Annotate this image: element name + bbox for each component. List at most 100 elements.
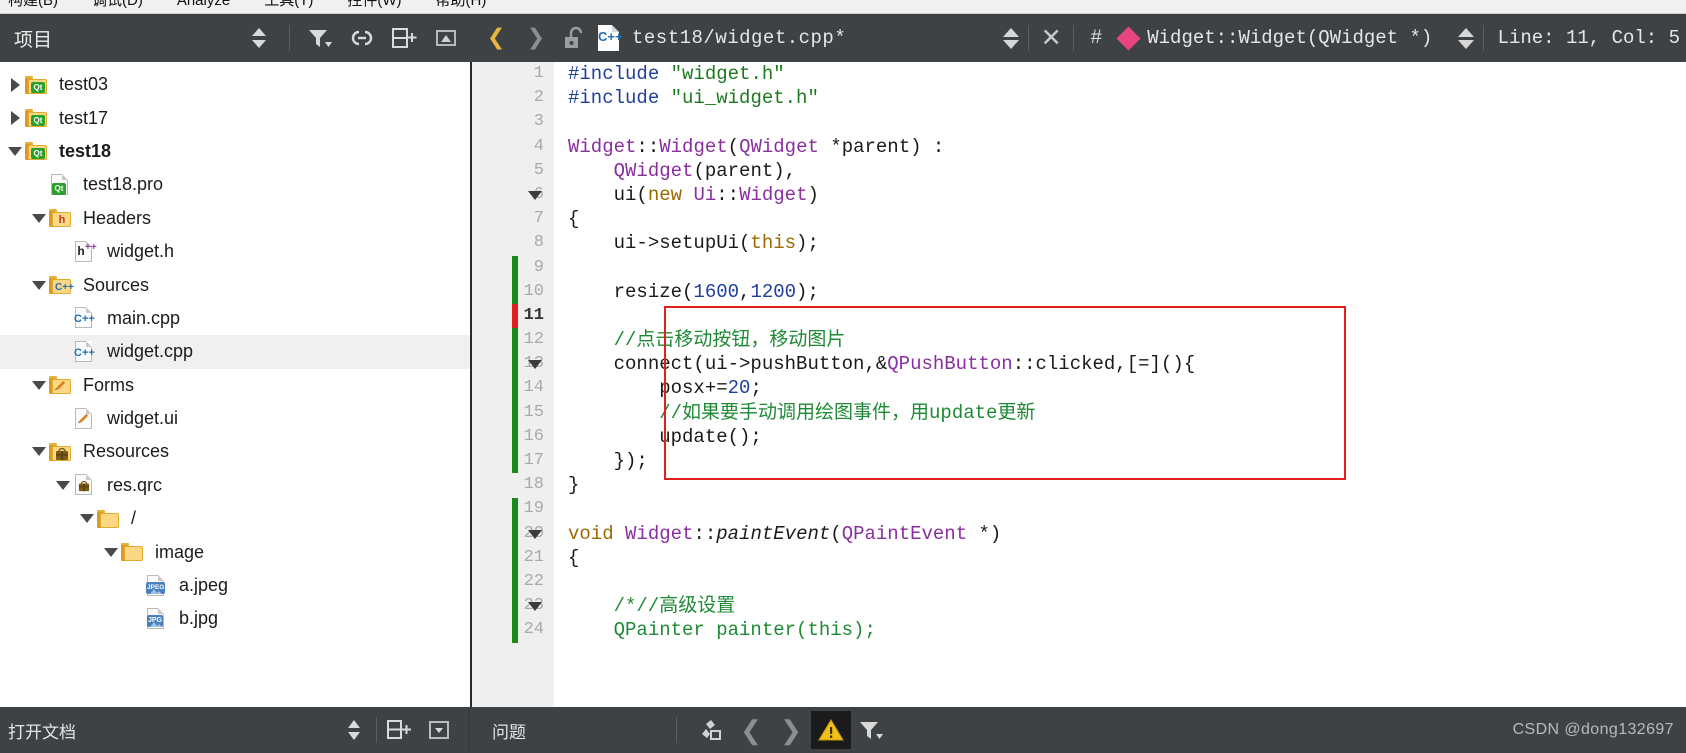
navigate-forward-button[interactable]: ❯ <box>516 18 556 58</box>
file-dropdown-arrows-icon[interactable] <box>996 27 1026 49</box>
tree-expander[interactable] <box>102 543 120 561</box>
unlocked-padlock-icon[interactable] <box>556 25 590 51</box>
tree-expander[interactable] <box>126 610 144 628</box>
tree-expander[interactable] <box>6 109 24 127</box>
code-line[interactable]: void Widget::paintEvent(QPaintEvent *) <box>554 522 1686 546</box>
tree-expander[interactable] <box>54 410 72 428</box>
tree-item-widget.h[interactable]: h ++ widget.h <box>0 235 470 268</box>
line-number: 8 <box>533 233 544 253</box>
code-line[interactable]: ui(new Ui::Widget) <box>554 183 1686 207</box>
sync-updown-icon[interactable] <box>334 711 374 749</box>
filter-icon[interactable] <box>851 711 891 749</box>
code-editor[interactable]: 1 2 3 4 5 6 7 8 9 10 11 12 13 14 15 16 17 18 19 20 21 22 23 24 … <box>470 62 1686 707</box>
tree-item-b.jpg[interactable]: JPG b.jpg <box>0 602 470 635</box>
code-line[interactable]: /*//高级设置 <box>554 594 1686 618</box>
line-column-indicator[interactable]: Line: 11, Col: 5 <box>1486 27 1680 49</box>
tree-item-widget.ui[interactable]: widget.ui <box>0 402 470 435</box>
clear-issues-icon[interactable] <box>691 711 731 749</box>
code-line[interactable]: update(); <box>554 425 1686 449</box>
code-line[interactable]: #include "ui_widget.h" <box>554 86 1686 110</box>
tree-expander[interactable] <box>54 476 72 494</box>
code-line[interactable]: //如果要手动调用绘图事件，用update更新 <box>554 401 1686 425</box>
split-add-icon[interactable] <box>390 24 418 52</box>
editor-symbol-selector[interactable]: Widget::Widget(QWidget *) <box>1147 27 1432 49</box>
code-line[interactable] <box>554 497 1686 521</box>
tree-item-Resources[interactable]: Resources <box>0 435 470 468</box>
issues-label[interactable]: 问题 <box>492 718 526 743</box>
link-icon[interactable] <box>348 24 376 52</box>
filter-icon[interactable] <box>306 24 334 52</box>
code-text-area[interactable]: #include "widget.h" #include "ui_widget.h… <box>554 62 1686 707</box>
tree-item-label: Headers <box>83 207 152 228</box>
tree-expander[interactable] <box>30 376 48 394</box>
tree-item-[interactable]: / <box>0 502 470 535</box>
tree-item-Sources[interactable]: C++ Sources <box>0 268 470 301</box>
close-document-button[interactable]: ✕ <box>1031 23 1071 54</box>
tree-item-test17[interactable]: Qt test17 <box>0 101 470 134</box>
tree-expander[interactable] <box>126 577 144 595</box>
code-line[interactable]: #include "widget.h" <box>554 62 1686 86</box>
tree-item-widget.cpp[interactable]: C++ widget.cpp <box>0 335 470 369</box>
fold-triangle-icon[interactable] <box>528 529 542 539</box>
symbol-dropdown-arrows-icon[interactable] <box>1451 27 1481 49</box>
tree-item-res.qrc[interactable]: res.qrc <box>0 469 470 502</box>
code-line[interactable]: Widget::Widget(QWidget *parent) : <box>554 135 1686 159</box>
project-tree[interactable]: Qt test03 Qt test17 Qt test18 Qt test18.pro h Hea… <box>0 62 470 707</box>
tree-item-main.cpp[interactable]: C++ main.cpp <box>0 302 470 335</box>
navigate-back-button[interactable]: ❮ <box>476 18 516 58</box>
tree-expander[interactable] <box>30 443 48 461</box>
tree-expander[interactable] <box>54 309 72 327</box>
code-line[interactable]: }); <box>554 449 1686 473</box>
code-line[interactable] <box>554 304 1686 328</box>
tree-expander[interactable] <box>6 142 24 160</box>
code-line[interactable]: connect(ui->pushButton,&QPushButton::cli… <box>554 352 1686 376</box>
warning-filter-icon[interactable] <box>811 711 851 749</box>
code-line[interactable] <box>554 570 1686 594</box>
menu-item-build[interactable]: 构建(B) <box>8 0 58 8</box>
open-documents-label[interactable]: 打开文档 <box>8 718 334 743</box>
next-issue-icon[interactable]: ❯ <box>771 711 811 749</box>
menu-item-window[interactable]: 控件(W) <box>347 0 401 8</box>
tree-item-image[interactable]: image <box>0 535 470 568</box>
tree-item-test18.pro[interactable]: Qt test18.pro <box>0 168 470 201</box>
tree-expander[interactable] <box>30 176 48 194</box>
tree-expander[interactable] <box>30 209 48 227</box>
code-line[interactable] <box>554 256 1686 280</box>
split-add-icon[interactable] <box>379 711 419 749</box>
fold-triangle-icon[interactable] <box>528 191 542 200</box>
code-line[interactable]: { <box>554 207 1686 231</box>
tree-expander[interactable] <box>54 243 72 261</box>
fold-triangle-icon[interactable] <box>528 360 542 370</box>
tree-item-a.jpeg[interactable]: JPEG a.jpeg <box>0 569 470 602</box>
code-line[interactable]: posx+=20; <box>554 376 1686 400</box>
menu-item-debug[interactable]: 调试(D) <box>92 0 143 8</box>
code-line[interactable]: QPainter painter(this); <box>554 618 1686 642</box>
code-line[interactable]: } <box>554 473 1686 497</box>
menu-item-help[interactable]: 帮助(H) <box>436 0 487 8</box>
minimize-panel-icon[interactable] <box>432 24 460 52</box>
line-number-toggle-icon[interactable]: # <box>1076 27 1116 50</box>
tree-item-Headers[interactable]: h Headers <box>0 202 470 235</box>
code-line[interactable]: resize(1600,1200); <box>554 280 1686 304</box>
dropdown-box-icon[interactable] <box>419 711 459 749</box>
tree-expander[interactable] <box>78 510 96 528</box>
tree-item-test03[interactable]: Qt test03 <box>0 68 470 101</box>
code-line[interactable]: { <box>554 546 1686 570</box>
fold-triangle-icon[interactable] <box>528 602 542 612</box>
tree-expander[interactable] <box>54 343 72 361</box>
code-line[interactable]: ui->setupUi(this); <box>554 231 1686 255</box>
tree-item-Forms[interactable]: Forms <box>0 369 470 402</box>
code-line[interactable]: QWidget(parent), <box>554 159 1686 183</box>
code-line[interactable] <box>554 110 1686 134</box>
sync-updown-icon[interactable] <box>245 24 273 52</box>
editor-file-path[interactable]: test18/widget.cpp* <box>632 27 846 49</box>
tree-item-test18[interactable]: Qt test18 <box>0 135 470 168</box>
prev-issue-icon[interactable]: ❮ <box>731 711 771 749</box>
tree-expander[interactable] <box>30 276 48 294</box>
menu-item-analyze[interactable]: Analyze <box>177 0 230 8</box>
folder-plain-icon <box>96 507 122 531</box>
tree-expander[interactable] <box>6 76 24 94</box>
editor-gutter[interactable]: 1 2 3 4 5 6 7 8 9 10 11 12 13 14 15 16 17 18 19 20 21 22 23 24 <box>470 62 554 707</box>
code-line[interactable]: //点击移动按钮，移动图片 <box>554 328 1686 352</box>
menu-item-tools[interactable]: 工具(T) <box>264 0 313 8</box>
